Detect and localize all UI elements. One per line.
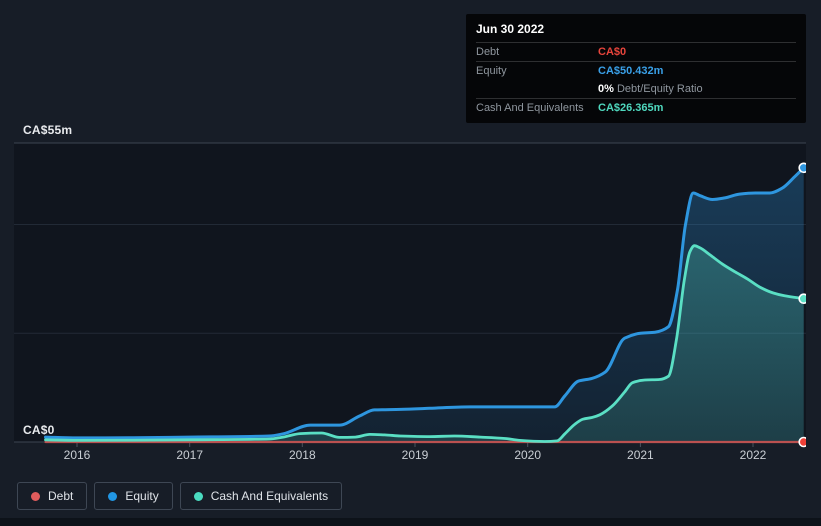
cash-endpoint-dot[interactable] xyxy=(798,293,808,304)
tooltip-equity-label: Equity xyxy=(476,65,507,77)
tooltip-equity-value: CA$50.432m xyxy=(598,65,664,77)
tooltip-debt-label: Debt xyxy=(476,46,500,58)
x-axis-label-2018: 2018 xyxy=(288,448,316,462)
y-axis-max-label: CA$55m xyxy=(23,123,73,137)
x-axis-label-2017: 2017 xyxy=(176,448,204,462)
legend-cash-label: Cash And Equivalents xyxy=(210,489,329,503)
legend-item-cash[interactable]: Cash And Equivalents xyxy=(179,482,343,510)
tooltip-date: Jun 30 2022 xyxy=(476,22,545,36)
tooltip-debt-value: CA$0 xyxy=(598,46,627,58)
bottom-border-bar xyxy=(0,518,821,526)
legend-debt-label: Debt xyxy=(48,489,74,503)
x-axis-label-2019: 2019 xyxy=(401,448,429,462)
debt-dot-icon xyxy=(31,491,40,501)
equity-dot-icon xyxy=(108,491,118,501)
legend-item-debt[interactable]: Debt xyxy=(17,482,88,510)
y-axis-zero-label: CA$0 xyxy=(23,423,55,437)
x-axis-label-2021: 2021 xyxy=(627,448,654,462)
x-axis-label-2022: 2022 xyxy=(739,448,767,462)
equity-endpoint-dot[interactable] xyxy=(798,162,808,174)
tooltip-row-debt: Debt CA$0 xyxy=(476,42,796,61)
chart-legend: Debt Equity Cash And Equivalents xyxy=(17,482,343,510)
debt-equity-history-chart: CA$55m CA$0 2016 2017 2018 2019 2020 2021 2022… xyxy=(0,0,821,526)
tooltip-cash-value: CA$26.365m xyxy=(598,102,664,114)
x-axis-label-2020: 2020 xyxy=(514,448,542,462)
tooltip-row-equity: Equity CA$50.432m xyxy=(476,61,796,80)
tooltip-cash-label: Cash And Equivalents xyxy=(476,102,584,114)
legend-equity-label: Equity xyxy=(125,489,159,503)
tooltip-row-ratio: 0% Debt/Equity Ratio xyxy=(476,80,796,98)
legend-item-equity[interactable]: Equity xyxy=(94,482,173,510)
tooltip-ratio-value: 0% Debt/Equity Ratio xyxy=(598,83,703,95)
tooltip-row-cash: Cash And Equivalents CA$26.365m xyxy=(476,98,796,117)
chart-tooltip: Jun 30 2022 Debt CA$0 Equity CA$50.432m … xyxy=(466,14,806,123)
x-axis-label-2016: 2016 xyxy=(63,448,91,462)
debt-endpoint-dot[interactable] xyxy=(798,436,808,448)
cash-dot-icon xyxy=(193,491,203,501)
